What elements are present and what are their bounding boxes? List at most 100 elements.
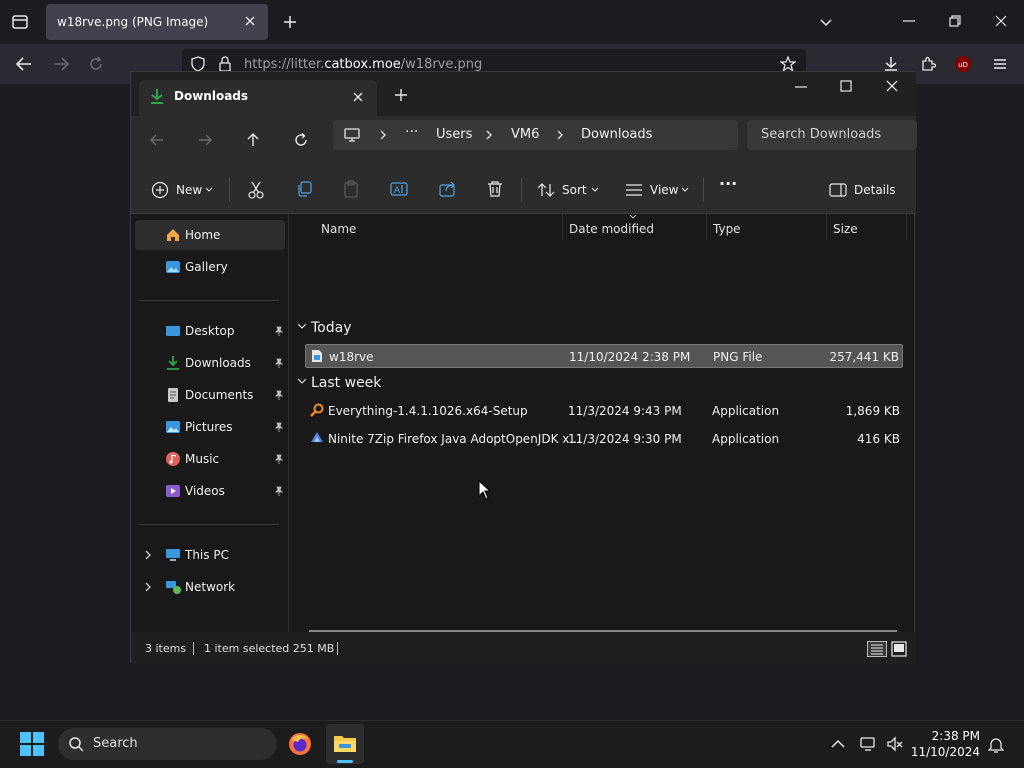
more-options-button[interactable]: ··· <box>719 174 737 193</box>
delete-icon[interactable] <box>487 180 503 198</box>
cut-icon[interactable] <box>247 180 265 200</box>
column-header-size[interactable]: Size <box>833 222 858 236</box>
pin-icon[interactable] <box>274 486 284 496</box>
file-row[interactable]: Ninite 7Zip Firefox Java AdoptOpenJDK x.… <box>305 427 903 451</box>
details-button[interactable]: Details <box>821 177 907 203</box>
breadcrumb-downloads[interactable]: Downloads <box>581 127 652 142</box>
column-divider[interactable] <box>706 214 707 240</box>
nav-item-documents[interactable]: Documents <box>135 380 285 410</box>
paste-icon[interactable] <box>343 180 359 198</box>
file-row[interactable]: Everything-1.4.1.1026.x64-Setup 11/3/202… <box>305 399 903 423</box>
column-header-type[interactable]: Type <box>713 222 741 236</box>
column-divider[interactable] <box>906 214 907 240</box>
status-item-count: 3 items <box>145 642 187 655</box>
taskbar-search-box[interactable]: Search <box>58 728 277 760</box>
nav-item-downloads[interactable]: Downloads <box>135 348 285 378</box>
large-icons-view-icon[interactable] <box>891 641 907 657</box>
tab-list-icon[interactable] <box>10 12 30 32</box>
notification-bell-icon[interactable] <box>988 736 1004 754</box>
breadcrumb-more[interactable]: ··· <box>405 124 418 140</box>
new-tab-icon[interactable] <box>282 14 298 30</box>
pin-icon[interactable] <box>274 390 284 400</box>
nav-item-home[interactable]: Home <box>135 220 285 250</box>
explorer-minimize-icon[interactable] <box>794 80 808 94</box>
pictures-icon <box>165 419 181 435</box>
browser-tab[interactable]: w18rve.png (PNG Image) <box>46 4 268 40</box>
nav-divider <box>139 524 279 525</box>
reload-icon[interactable] <box>88 56 104 72</box>
pin-icon[interactable] <box>274 358 284 368</box>
forward-icon[interactable] <box>52 56 70 72</box>
file-type: PNG File <box>713 350 763 364</box>
search-icon <box>68 736 84 752</box>
windows-start-icon[interactable] <box>20 732 44 756</box>
nav-item-desktop[interactable]: Desktop <box>135 316 285 346</box>
explorer-close-icon[interactable] <box>885 79 899 93</box>
lock-icon[interactable] <box>218 56 232 72</box>
rename-icon[interactable]: A <box>390 180 408 198</box>
breadcrumb-vm6[interactable]: VM6 <box>511 127 539 142</box>
refresh-icon[interactable] <box>293 132 309 148</box>
explorer-maximize-icon[interactable] <box>839 79 853 93</box>
pin-icon[interactable] <box>274 326 284 336</box>
close-explorer-tab-icon[interactable] <box>352 91 364 103</box>
back-icon[interactable] <box>15 56 33 72</box>
explorer-tab-downloads[interactable]: Downloads <box>139 80 377 116</box>
firefox-icon[interactable] <box>288 732 312 756</box>
nav-label: Downloads <box>185 356 251 370</box>
command-bar: New A Sort View ··· Details <box>131 166 916 214</box>
clock-date: 11/10/2024 <box>910 745 980 759</box>
file-row[interactable]: w18rve 11/10/2024 2:38 PM PNG File 257,4… <box>305 344 903 368</box>
address-bar[interactable]: ··· Users VM6 Downloads <box>333 120 738 150</box>
close-tab-icon[interactable] <box>244 15 256 27</box>
breadcrumb-users[interactable]: Users <box>436 127 472 142</box>
nav-item-gallery[interactable]: Gallery <box>135 252 285 282</box>
sort-button[interactable]: Sort <box>531 177 603 203</box>
column-divider[interactable] <box>562 214 563 240</box>
browser-minimize-icon[interactable] <box>902 14 916 28</box>
copy-icon[interactable] <box>295 180 313 198</box>
view-button[interactable]: View <box>619 177 693 203</box>
new-explorer-tab-icon[interactable] <box>394 88 408 102</box>
shield-icon[interactable] <box>190 56 206 72</box>
nav-label: Videos <box>185 484 225 498</box>
bookmark-star-icon[interactable] <box>780 56 796 72</box>
nav-item-pictures[interactable]: Pictures <box>135 412 285 442</box>
nav-item-network[interactable]: Network <box>135 572 285 602</box>
network-tray-icon[interactable] <box>860 736 878 752</box>
png-file-icon <box>311 349 323 363</box>
browser-restore-icon[interactable] <box>948 14 962 28</box>
downloads-icon[interactable] <box>883 56 899 72</box>
column-header-name[interactable]: Name <box>321 222 356 236</box>
browser-close-icon[interactable] <box>994 14 1008 28</box>
column-divider[interactable] <box>826 214 827 240</box>
nav-item-music[interactable]: Music <box>135 444 285 474</box>
folder-icon <box>333 732 357 754</box>
group-label: Last week <box>311 375 382 391</box>
show-hidden-icons-icon[interactable] <box>830 737 846 751</box>
search-downloads-input[interactable]: Search Downloads <box>747 120 917 150</box>
share-icon[interactable] <box>439 180 457 198</box>
list-all-tabs-icon[interactable] <box>818 14 834 30</box>
column-header-date[interactable]: Date modified <box>569 222 654 236</box>
nav-item-this-pc[interactable]: This PC <box>135 540 285 570</box>
up-folder-icon[interactable] <box>245 132 261 148</box>
ublock-origin-icon[interactable]: uD <box>954 55 972 73</box>
new-button[interactable]: New <box>141 177 215 203</box>
explorer-back-icon[interactable] <box>149 132 165 148</box>
breadcrumb-chevron-icon <box>379 129 387 141</box>
chevron-right-icon[interactable] <box>144 550 152 560</box>
pin-icon[interactable] <box>274 422 284 432</box>
pin-icon[interactable] <box>274 454 284 464</box>
explorer-forward-icon[interactable] <box>197 132 213 148</box>
taskbar-clock[interactable]: 2:38 PM 11/10/2024 <box>900 729 980 759</box>
hamburger-menu-icon[interactable] <box>992 56 1008 72</box>
file-explorer-taskbar-button[interactable] <box>326 724 364 764</box>
monitor-icon[interactable] <box>343 127 361 143</box>
details-view-icon[interactable] <box>867 641 887 657</box>
nav-item-videos[interactable]: Videos <box>135 476 285 506</box>
file-size: 1,869 KB <box>845 404 900 418</box>
chevron-down-icon <box>297 323 307 331</box>
extensions-icon[interactable] <box>920 56 936 72</box>
chevron-right-icon[interactable] <box>144 582 152 592</box>
